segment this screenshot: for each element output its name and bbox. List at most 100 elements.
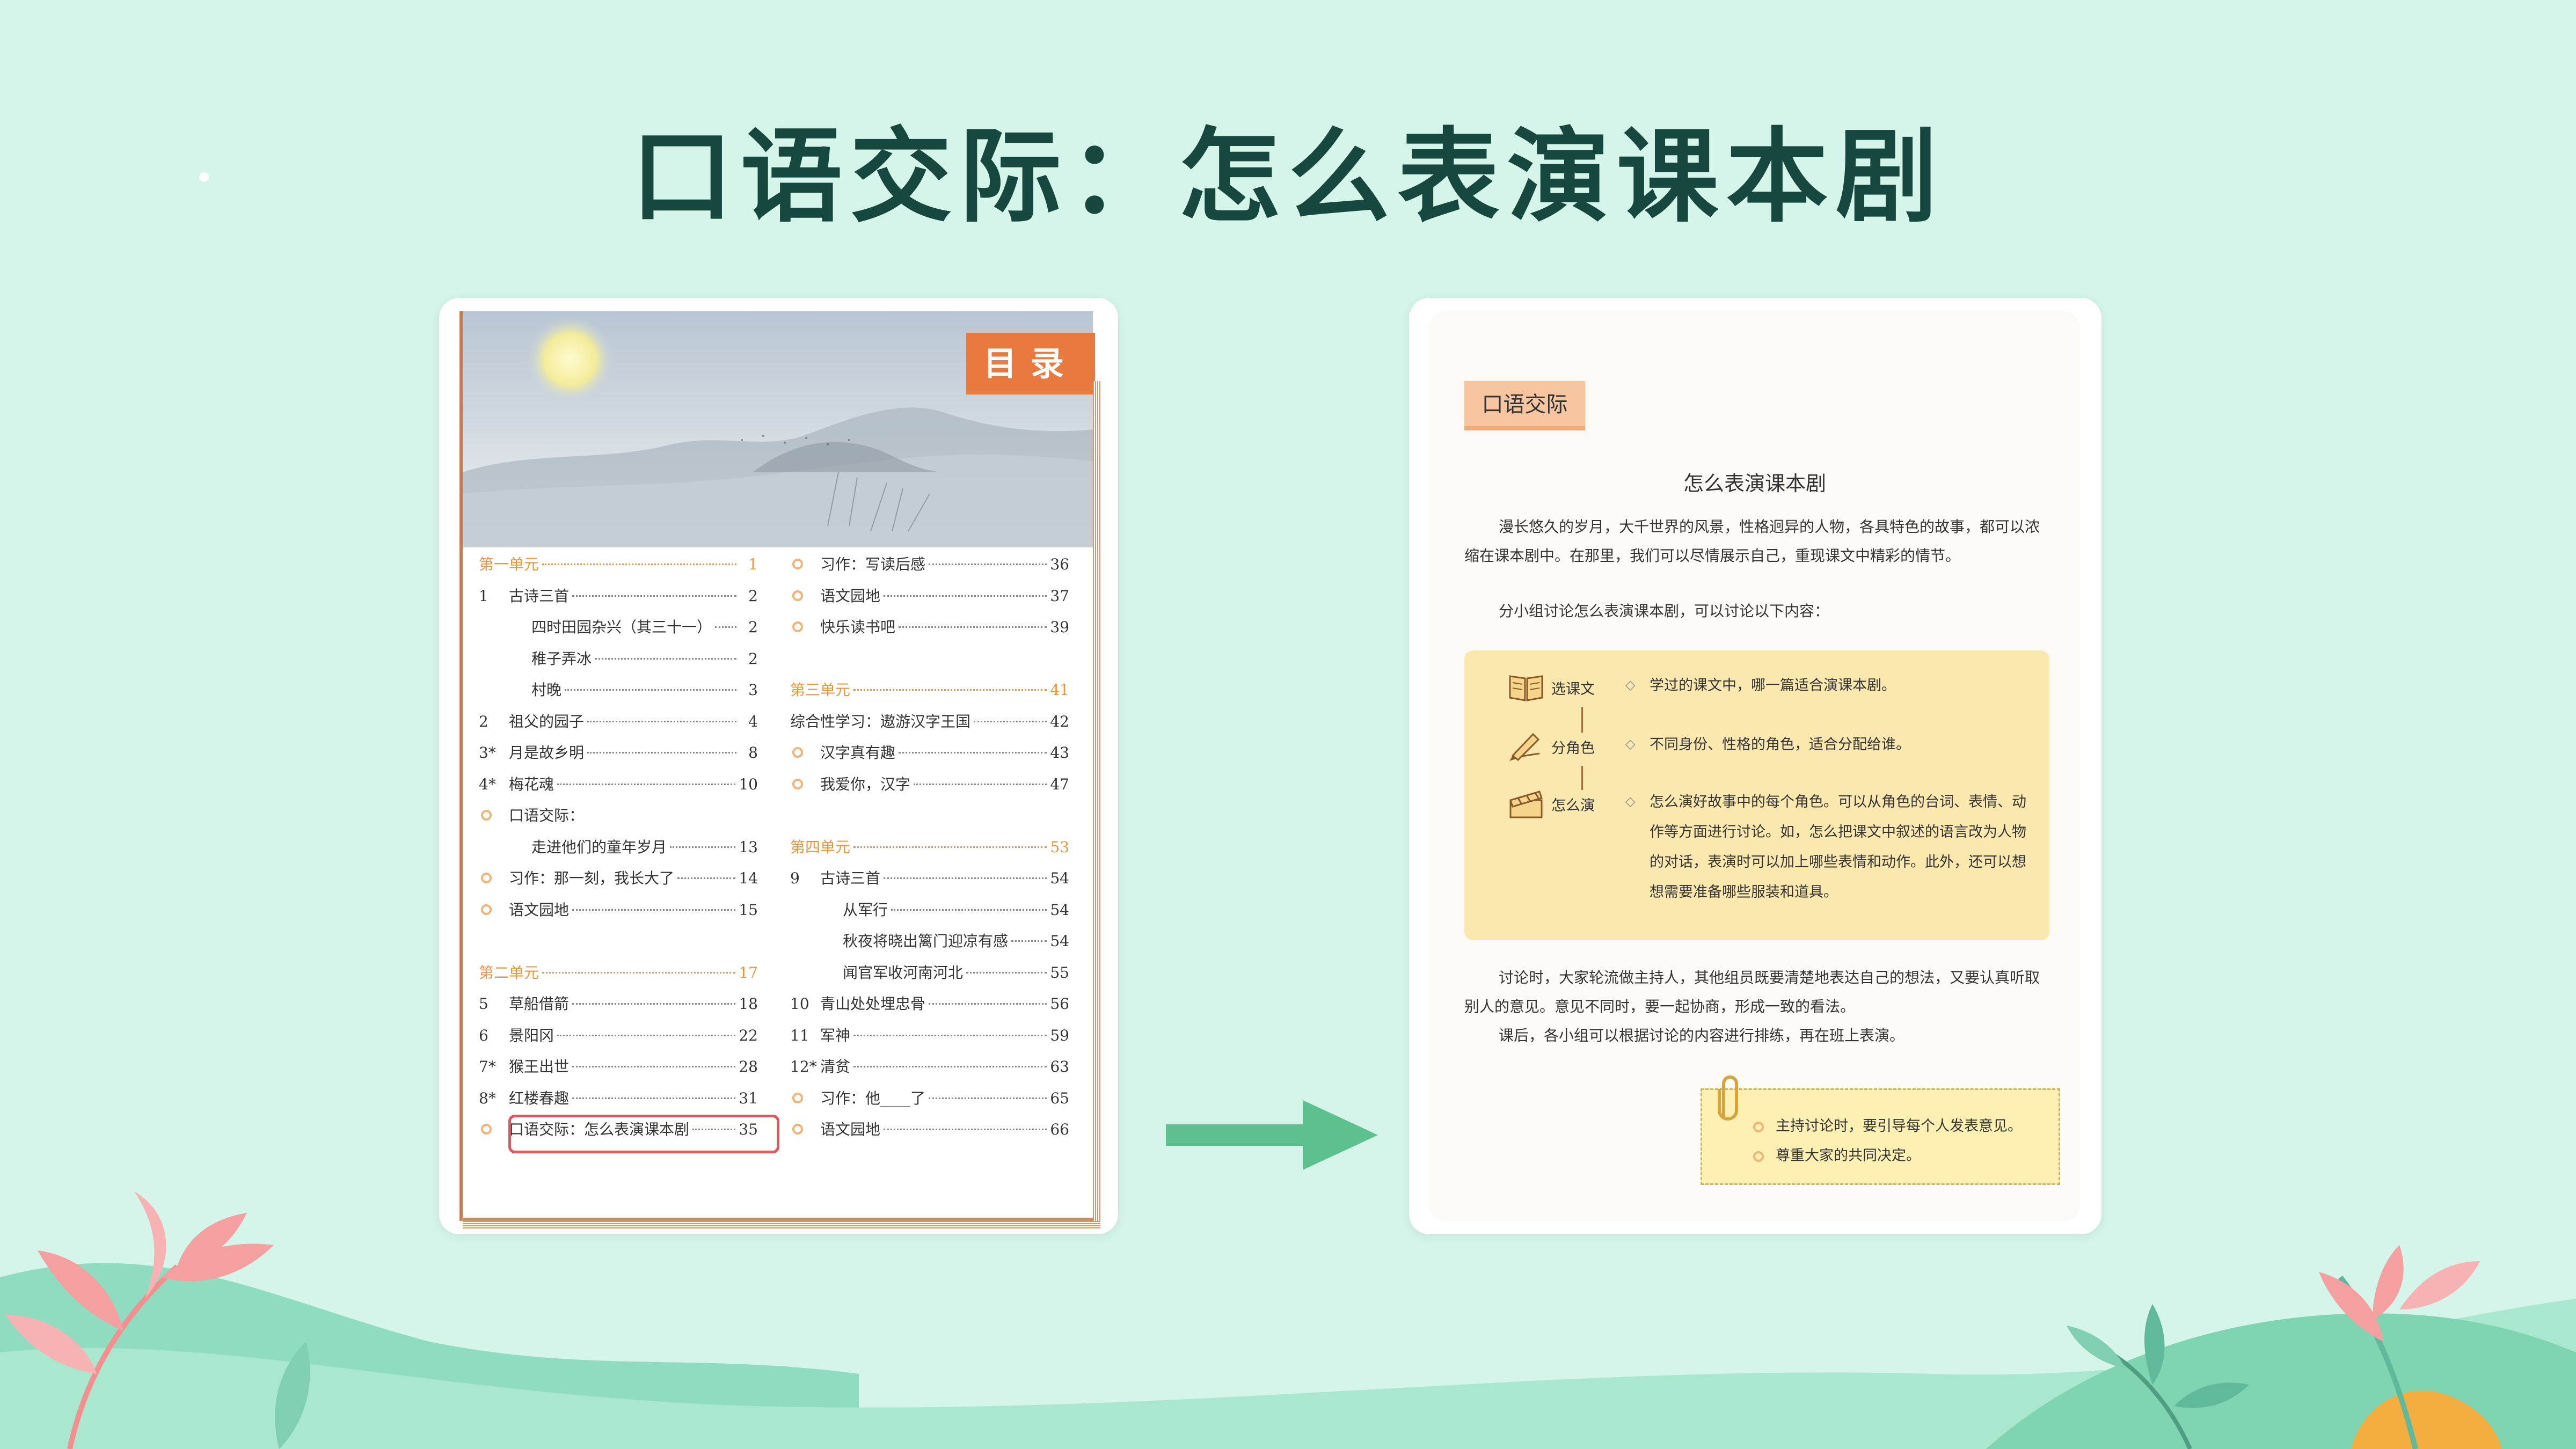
toc-entry-title: 语文园地 <box>509 901 570 919</box>
toc-entry: 习作：他____了 65 <box>790 1087 1069 1118</box>
toc-entry: 秋夜将晓出篱门迎凉有感 54 <box>790 930 1069 961</box>
toc-entry-title: 景阳冈 <box>509 1026 554 1044</box>
toc-page-number: 28 <box>739 1058 758 1075</box>
dot-leader <box>899 752 1047 753</box>
toc-entry: 语文园地 15 <box>479 898 758 930</box>
rehearsal-paragraph: 课后，各小组可以根据讨论的内容进行排练，再在班上表演。 <box>1499 1027 1905 1044</box>
dot-leader <box>677 877 736 879</box>
toc-lesson-number: 5 <box>479 995 488 1013</box>
toc-entry: 语文园地 37 <box>790 584 1069 616</box>
page-edge <box>1093 381 1100 1222</box>
toc-page-number: 54 <box>1050 869 1069 887</box>
toc-unit-heading: 第二单元 17 <box>479 961 758 993</box>
toc-gap <box>790 804 1069 836</box>
toc-card: 目录 第一单元 1 1 古诗三首 2 四时田园杂兴（其三十一） 2 稚子弄冰 2 村晚 3 2 祖父的园… <box>439 298 1118 1234</box>
toc-entry-title: 汉字真有趣 <box>820 744 896 762</box>
toc-entry: 9 古诗三首 54 <box>790 867 1069 898</box>
toc-entry-title: 第一单元 <box>479 555 539 573</box>
toc-entry-title: 走进他们的童年岁月 <box>531 838 667 856</box>
toc-column-2: 习作：写读后感 36 语文园地 37 快乐读书吧 39 第三单元 41 综合性学习：遨游汉字王国… <box>790 553 1069 1150</box>
toc-entry-title: 月是故乡明 <box>509 744 585 762</box>
step-description: 怎么演好故事中的每个角色。可以从角色的台词、表情、动作等方面进行讨论。如，怎么把… <box>1650 794 2026 901</box>
dot-leader <box>715 626 736 628</box>
toc-entry: 2 祖父的园子 4 <box>479 710 758 742</box>
toc-entry: 从军行 54 <box>790 898 1069 930</box>
toc-page-number: 10 <box>739 775 758 793</box>
toc-entry: 口语交际： <box>479 804 758 836</box>
toc-lesson-number: 2 <box>479 712 488 730</box>
toc-entry-title: 祖父的园子 <box>509 712 585 730</box>
toc-entry-title: 梅花魂 <box>509 775 554 793</box>
right-arrow-icon <box>1166 1100 1378 1170</box>
toc-entry-title: 闻官军收河南河北 <box>843 963 964 982</box>
lesson-card: 口语交际 怎么表演课本剧 漫长悠久的岁月，大千世界的风景，性格迥异的人物，各具特… <box>1409 298 2101 1234</box>
circle-bullet-icon <box>790 1090 820 1106</box>
toc-page-number: 2 <box>748 587 758 605</box>
step-description: 不同身份、性格的角色，适合分配给谁。 <box>1650 736 1910 753</box>
toc-page-number: 39 <box>1050 618 1069 636</box>
toc-entry-title: 语文园地 <box>820 1121 881 1138</box>
tips-note: 主持讨论时，要引导每个人发表意见。 尊重大家的共同决定。 <box>1701 1075 2060 1185</box>
toc-entry-title: 第二单元 <box>479 963 539 982</box>
circle-bullet-icon <box>790 744 820 760</box>
toc-entry: 10 青山处处埋忠骨 56 <box>790 992 1069 1024</box>
toc-entry-title: 习作：那一刻，我长大了 <box>509 869 675 887</box>
step-connector <box>1581 707 1583 733</box>
toc-lesson-number: 7* <box>479 1058 496 1075</box>
dot-leader <box>884 1129 1047 1130</box>
dot-leader <box>572 595 736 597</box>
dot-leader <box>929 1003 1047 1005</box>
toc-entry-title: 红楼春趣 <box>509 1089 570 1107</box>
toc-lesson-number: 12* <box>790 1058 817 1075</box>
toc-entry: 3* 月是故乡明 8 <box>479 741 758 773</box>
toc-page-number: 59 <box>1050 1026 1069 1044</box>
toc-page-number: 2 <box>748 618 758 636</box>
dot-leader <box>572 1066 736 1067</box>
dot-leader <box>595 657 736 660</box>
paperclip-icon <box>1718 1075 1738 1121</box>
toc-entry: 闻官军收河南河北 55 <box>790 961 1069 993</box>
toc-entry-title: 第三单元 <box>790 681 851 699</box>
toc-page-number: 14 <box>739 869 758 887</box>
pen-icon <box>1509 733 1540 762</box>
discussion-steps-box: 选课文 ◇ 学过的课文中，哪一篇适合演课本剧。 分角色 ◇ 不同身份、性格的角色… <box>1464 650 2049 940</box>
toc-page-number: 56 <box>1050 995 1069 1013</box>
dot-leader <box>891 909 1047 911</box>
diamond-bullet-icon: ◇ <box>1625 736 1636 751</box>
dot-leader <box>542 564 736 565</box>
toc-lesson-number: 10 <box>790 995 809 1013</box>
dot-leader <box>572 909 736 911</box>
toc-page-number: 1 <box>748 555 758 573</box>
circle-bullet-icon <box>479 807 509 823</box>
toc-page-number: 37 <box>1050 587 1069 605</box>
toc-entry-title: 清贫 <box>820 1058 851 1075</box>
toc-entry: 汉字真有趣 43 <box>790 741 1069 773</box>
dot-leader <box>914 783 1047 785</box>
toc-entry-title: 习作：写读后感 <box>820 555 926 573</box>
clapperboard-icon <box>1509 791 1543 818</box>
tip-text: 尊重大家的共同决定。 <box>1776 1147 1921 1164</box>
toc-lesson-number: 3* <box>479 744 496 762</box>
toc-entry-title: 稚子弄冰 <box>531 649 592 668</box>
dot-leader <box>853 1034 1047 1036</box>
toc-entry-title: 青山处处埋忠骨 <box>820 995 926 1013</box>
toc-page-number: 18 <box>739 995 758 1013</box>
circle-bullet-icon <box>790 619 820 635</box>
slide-title: 口语交际：怎么表演课本剧 <box>631 116 1945 236</box>
lesson-title: 怎么表演课本剧 <box>1683 472 1826 495</box>
dot-leader <box>670 846 736 848</box>
step-label: 怎么演 <box>1551 797 1595 814</box>
toc-entry: 我爱你，汉字 47 <box>790 773 1069 804</box>
toc-column-1: 第一单元 1 1 古诗三首 2 四时田园杂兴（其三十一） 2 稚子弄冰 2 村晚 3 2 祖父的园子 4 3… <box>479 553 758 1150</box>
dot-leader <box>929 1097 1047 1099</box>
toc-entry-title: 村晚 <box>531 681 562 699</box>
circle-bullet-icon <box>790 588 820 604</box>
dot-leader <box>974 720 1047 722</box>
toc-entry: 习作：那一刻，我长大了 14 <box>479 867 758 898</box>
toc-page-number: 8 <box>748 744 758 762</box>
toc-entry: 5 草船借箭 18 <box>479 992 758 1024</box>
discussion-paragraph: 讨论时，大家轮流做主持人，其他组员既要清楚地表达自己的想法，又要认真听取别人的意… <box>1464 969 2040 1015</box>
toc-entry: 7* 猴王出世 28 <box>479 1055 758 1087</box>
toc-entry: 语文园地 66 <box>790 1118 1069 1150</box>
dot-leader <box>884 595 1047 597</box>
